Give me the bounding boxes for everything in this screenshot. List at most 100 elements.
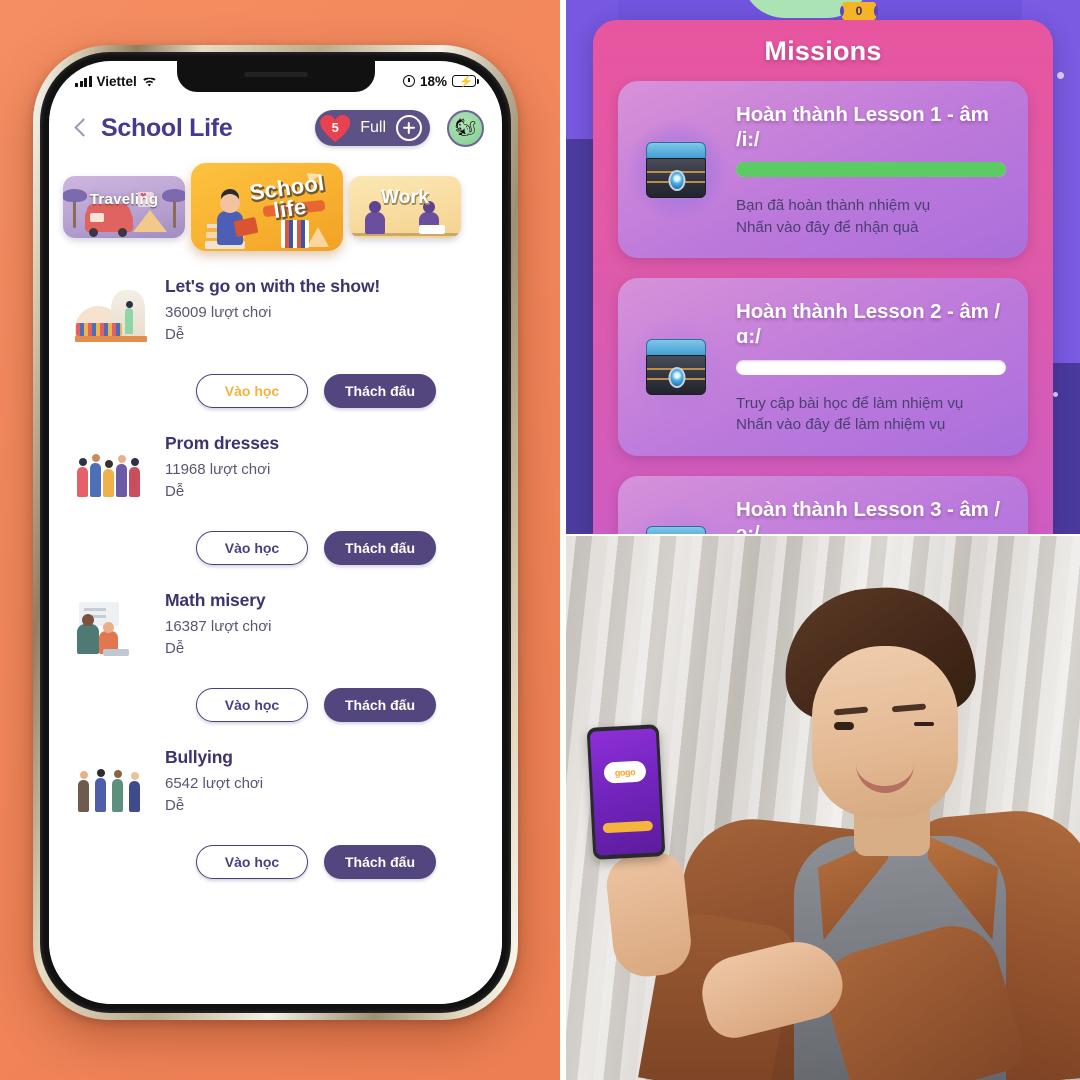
lesson-plays: 16387 lượt chơi <box>165 617 272 635</box>
laptop-icon <box>419 225 445 234</box>
challenge-button[interactable]: Thách đấu <box>324 531 436 565</box>
mission-title: Hoàn thành Lesson 1 - âm /i:/ <box>736 103 989 151</box>
mission-item[interactable]: Hoàn thành Lesson 1 - âm /i:/ Bạn đã hoà… <box>618 81 1028 259</box>
phone-notch <box>176 61 375 92</box>
lesson-row[interactable]: Math misery 16387 lượt chơi Dễ Vào học T… <box>49 575 502 732</box>
ticket-badge[interactable]: 0 <box>840 2 878 20</box>
lesson-actions: Vào học Thách đấu <box>73 688 480 722</box>
lesson-title: Let's go on with the show! <box>165 276 381 296</box>
mission-item[interactable]: Hoàn thành Lesson 3 - âm /ɔ:/ Truy cập b… <box>618 475 1028 534</box>
alarm-clock-icon <box>402 75 415 87</box>
page-title: School Life <box>101 113 233 142</box>
mission-item[interactable]: Hoàn thành Lesson 2 - âm /ɑ:/ Truy cập b… <box>618 278 1028 456</box>
heart-icon: 5 <box>320 114 350 142</box>
lesson-row[interactable]: Prom dresses 11968 lượt chơi Dễ Vào học … <box>49 418 502 575</box>
man-holding-phone-photo: gogo <box>566 536 1080 1080</box>
category-label: School life <box>248 170 327 224</box>
lesson-list[interactable]: Let's go on with the show! 36009 lượt ch… <box>49 255 502 1004</box>
enter-lesson-button[interactable]: Vào học <box>196 845 308 879</box>
student-head-icon <box>220 194 240 213</box>
lesson-plays: 36009 lượt chơi <box>165 303 272 321</box>
squirrel-avatar-icon[interactable]: 🐿 <box>447 109 484 147</box>
lesson-text-block: Bullying 6542 lượt chơi Dễ <box>165 746 480 817</box>
lesson-text-block: Prom dresses 11968 lượt chơi Dễ <box>165 432 480 503</box>
category-card-school-life[interactable]: School life <box>191 163 343 251</box>
lesson-actions: Vào học Thách đấu <box>73 374 480 408</box>
striped-books-icon <box>281 220 309 248</box>
flask-icon <box>307 227 329 247</box>
sparkle-dot-icon <box>1053 392 1058 397</box>
category-label: Traveling <box>89 190 159 208</box>
plus-circle-icon[interactable] <box>396 115 422 141</box>
mission-progress-bar <box>736 359 1006 375</box>
treasure-chest-icon <box>626 119 728 220</box>
mission-title: Hoàn thành Lesson 3 - âm /ɔ:/ <box>736 497 1000 534</box>
poster-canvas: Viettel 18% ⚡ School Life 5 Full 🐿 ♥ Tra… <box>0 0 1080 1080</box>
holding-hand <box>603 850 695 980</box>
worker-figure-icon <box>365 201 385 234</box>
wifi-icon <box>142 76 157 87</box>
battery-percent-label: 18% <box>419 73 447 89</box>
phone-bezel: Viettel 18% ⚡ School Life 5 Full 🐿 ♥ Tra… <box>40 52 511 1013</box>
sparkle-dot-icon <box>1057 72 1064 79</box>
hearts-status-label: Full <box>360 119 386 136</box>
face <box>812 646 958 818</box>
enter-lesson-button[interactable]: Vào học <box>196 531 308 565</box>
category-card-work[interactable]: Work <box>349 176 461 238</box>
battery-charging-icon: ⚡ <box>452 75 479 88</box>
lesson-row[interactable]: Bullying 6542 lượt chơi Dễ Vào học Thách… <box>49 732 502 889</box>
lesson-difficulty: Dễ <box>165 325 185 343</box>
lesson-difficulty: Dễ <box>165 639 185 657</box>
enter-lesson-button[interactable]: Vào học <box>196 374 308 408</box>
mission-description: Truy cập bài học để làm nhiệm vụ Nhấn và… <box>736 394 964 434</box>
challenge-button[interactable]: Thách đấu <box>324 688 436 722</box>
earpiece-speaker <box>243 72 308 77</box>
lesson-plays: 11968 lượt chơi <box>165 460 271 478</box>
treasure-chest-icon <box>626 317 728 418</box>
camper-van-icon <box>85 208 133 237</box>
eyes <box>834 722 934 730</box>
lesson-title: Bullying <box>165 747 233 767</box>
app-cta-button <box>602 820 654 834</box>
status-bar-left: Viettel <box>75 74 157 89</box>
lesson-difficulty: Dễ <box>165 482 185 500</box>
phone-screen: Viettel 18% ⚡ School Life 5 Full 🐿 ♥ Tra… <box>49 61 502 1004</box>
top-decoration-strip: 0 <box>566 0 1080 20</box>
lesson-actions: Vào học Thách đấu <box>73 531 480 565</box>
category-card-traveling[interactable]: Traveling <box>63 176 185 238</box>
category-label: Work <box>380 187 430 208</box>
treasure-chest-icon <box>626 503 728 534</box>
panel-divider-horizontal <box>566 534 1080 536</box>
status-bar-right: 18% ⚡ <box>402 73 479 89</box>
challenge-button[interactable]: Thách đấu <box>324 374 436 408</box>
tent-icon <box>133 210 167 232</box>
challenge-button[interactable]: Thách đấu <box>324 845 436 879</box>
lesson-title: Math misery <box>165 590 266 610</box>
lesson-text-block: Math misery 16387 lượt chơi Dễ <box>165 589 480 660</box>
person-figure: gogo <box>566 536 1080 1080</box>
celebrating-group-icon <box>73 441 149 503</box>
tutoring-icon <box>73 598 149 660</box>
mission-description: Bạn đã hoàn thành nhiệm vụ Nhấn vào đây … <box>736 197 931 236</box>
carrier-label: Viettel <box>96 73 137 89</box>
phone-device-frame: Viettel 18% ⚡ School Life 5 Full 🐿 ♥ Tra… <box>33 45 518 1020</box>
chevron-left-icon[interactable] <box>69 116 93 140</box>
lesson-plays: 6542 lượt chơi <box>165 774 264 792</box>
students-standing-icon <box>73 755 149 817</box>
app-header: School Life 5 Full 🐿 <box>49 97 502 159</box>
open-book-icon <box>233 216 259 238</box>
lesson-title: Prom dresses <box>165 433 279 453</box>
missions-title: Missions <box>764 36 882 66</box>
app-logo: gogo <box>603 760 647 784</box>
hearts-count: 5 <box>331 119 339 135</box>
mission-progress-bar <box>736 162 1006 178</box>
phone-showcase-panel: Viettel 18% ⚡ School Life 5 Full 🐿 ♥ Tra… <box>0 0 560 1080</box>
lesson-actions: Vào học Thách đấu <box>73 845 480 879</box>
mission-title: Hoàn thành Lesson 2 - âm /ɑ:/ <box>736 300 1000 348</box>
enter-lesson-button[interactable]: Vào học <box>196 688 308 722</box>
missions-card: Missions Hoàn thành Lesson 1 - âm /i:/ B… <box>593 20 1053 534</box>
lesson-row[interactable]: Let's go on with the show! 36009 lượt ch… <box>49 261 502 418</box>
held-phone-device: gogo <box>586 724 666 860</box>
theatre-show-icon <box>73 284 149 346</box>
hearts-pill[interactable]: 5 Full <box>315 110 430 146</box>
